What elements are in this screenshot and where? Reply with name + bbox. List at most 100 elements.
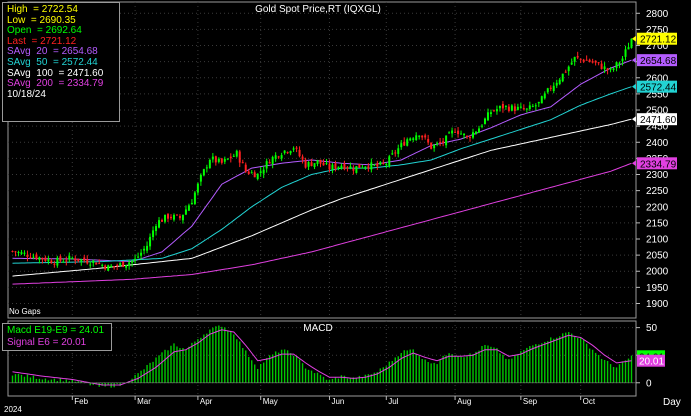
candle-body [68, 255, 71, 260]
candle-body [38, 257, 41, 260]
x-tick-label: Sep [523, 397, 538, 406]
candle-body [346, 167, 349, 169]
candle-body [391, 153, 394, 155]
candle-body [424, 135, 427, 138]
candle-body [466, 136, 469, 138]
candle-body [436, 143, 439, 145]
candle-body [492, 110, 495, 112]
candle-body [44, 257, 47, 262]
candle-body [59, 256, 62, 261]
info-value: = 2572.44 [52, 56, 98, 68]
candle-body [289, 151, 292, 154]
price-marker-label: 2471.60 [640, 115, 677, 126]
candle-body [214, 156, 217, 163]
candle-body [358, 163, 361, 168]
candle-body [128, 262, 131, 266]
candle-body [295, 147, 298, 149]
candle-body [283, 150, 286, 154]
candle-body [486, 112, 489, 121]
candle-body [322, 162, 325, 166]
price-marker-label: 2572.44 [640, 83, 677, 94]
candle-body [125, 265, 128, 268]
candle-body [516, 106, 519, 110]
price-tick-label: 2000 [646, 267, 669, 278]
candle-body [555, 82, 558, 86]
candle-body [355, 166, 358, 173]
candle-body [92, 260, 95, 263]
price-tick-label: 2250 [646, 186, 669, 197]
info-label: SAvg 20 [7, 46, 48, 58]
candle-body [567, 66, 570, 72]
info-value: = 2722.54 [33, 4, 78, 15]
candle-body [14, 251, 17, 253]
candle-body [463, 133, 466, 136]
candle-body [277, 156, 280, 158]
candle-body [412, 138, 415, 140]
candle-body [480, 125, 483, 127]
candle-body [250, 172, 253, 174]
candle-body [262, 169, 265, 174]
candle-body [427, 139, 430, 143]
candle-body [62, 261, 65, 263]
info-value: = 2654.68 [52, 46, 98, 58]
price-tick-label: 2150 [646, 218, 669, 229]
candle-body [211, 156, 214, 160]
info-value: = 2721.12 [31, 35, 77, 47]
candle-body [364, 166, 367, 168]
candle-body [310, 162, 313, 167]
candle-body [439, 142, 442, 144]
candle-body [370, 162, 373, 170]
candle-body [531, 105, 534, 107]
info-label: Low [7, 14, 26, 26]
candle-body [615, 62, 618, 68]
candle-body [107, 265, 110, 271]
candle-body [134, 258, 137, 261]
candle-body [226, 158, 229, 160]
candle-body [582, 59, 585, 62]
candle-body [448, 132, 451, 134]
candle-body [483, 118, 486, 124]
price-tick-label: 2050 [646, 251, 669, 262]
candle-body [268, 162, 271, 164]
candle-body [442, 141, 445, 143]
info-label: SAvg 50 [7, 56, 48, 68]
candle-body [205, 167, 208, 169]
candle-body [495, 109, 498, 112]
macd-info-macd: Macd E19-E9 = 24.01 [7, 325, 105, 336]
candle-body [373, 164, 376, 166]
macd-tick-label: 50 [646, 323, 658, 334]
candle-body [451, 130, 454, 134]
info-label: SAvg 100 [7, 67, 53, 79]
candle-body [600, 63, 603, 70]
candle-body [445, 135, 448, 146]
candle-body [418, 135, 421, 137]
x-tick-label: Aug [457, 397, 471, 406]
candle-body [193, 192, 196, 204]
candle-body [116, 265, 119, 267]
candle-body [603, 66, 606, 70]
candle-body [361, 167, 364, 169]
info-label: Last [7, 35, 26, 47]
candle-body [513, 106, 516, 111]
candle-body [597, 62, 600, 64]
x-tick-label: Mar [137, 397, 151, 406]
candle-body [50, 260, 53, 264]
candle-body [29, 257, 32, 259]
period-label[interactable]: Day [663, 397, 681, 408]
candle-body [525, 108, 528, 110]
info-value: = 2471.60 [58, 67, 104, 79]
candle-body [65, 260, 68, 262]
candle-body [178, 215, 181, 219]
candle-body [217, 158, 220, 162]
candle-body [433, 144, 436, 149]
macd-info-panel: Macd E19-E9 = 24.01 Signal E6 = 20.01 [2, 323, 112, 351]
candle-body [199, 174, 202, 182]
candle-body [119, 263, 122, 266]
candle-body [618, 62, 621, 65]
candle-body [265, 161, 268, 169]
candle-body [510, 105, 513, 111]
candle-body [331, 164, 334, 170]
candle-body [244, 164, 247, 172]
x-tick-label: Oct [583, 397, 596, 406]
info-label: Open [7, 25, 32, 37]
